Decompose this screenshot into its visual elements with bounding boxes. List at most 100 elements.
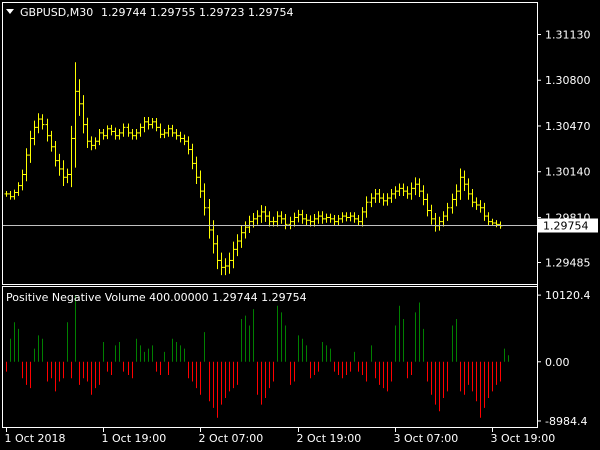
ohlc-close: 1.29754 <box>248 6 294 19</box>
price-bar <box>445 202 450 221</box>
price-bar <box>405 186 410 199</box>
price-bar <box>393 186 398 199</box>
price-bar <box>117 129 122 140</box>
collapse-triangle-icon[interactable] <box>6 9 14 14</box>
price-bar <box>397 183 402 196</box>
price-bar <box>49 130 54 152</box>
price-bar <box>417 178 422 197</box>
price-bar <box>486 212 491 226</box>
price-bar <box>223 258 228 276</box>
price-bar <box>101 129 106 140</box>
price-bar <box>304 214 309 226</box>
price-bar <box>275 211 280 227</box>
price-bar <box>437 216 442 231</box>
price-bar <box>494 220 499 228</box>
price-bar <box>316 211 321 224</box>
price-bar <box>279 211 284 224</box>
volume-tick-label: 10120.4 <box>545 289 591 302</box>
price-bar <box>413 177 418 196</box>
chart-window[interactable]: 1.311301.308001.304701.301401.298101.294… <box>0 0 600 450</box>
price-bar <box>466 178 471 200</box>
price-bar <box>121 123 126 137</box>
price-bar <box>53 140 58 167</box>
price-bar <box>146 116 151 130</box>
volume-axis: 10120.4 0.00 -8984.4 <box>537 289 591 428</box>
time-tick-label: 3 Oct 19:00 <box>491 432 556 445</box>
price-bar <box>40 114 45 130</box>
price-bar <box>81 95 86 134</box>
price-bar <box>369 193 374 208</box>
price-bar <box>61 160 66 186</box>
price-bar <box>348 212 353 222</box>
price-bar <box>73 62 78 168</box>
price-bar <box>215 235 220 270</box>
price-bar <box>154 117 159 132</box>
price-bar <box>16 182 21 196</box>
volume-tick-label: -8984.4 <box>545 415 587 428</box>
symbol-label: GBPUSD,M30 <box>20 6 93 19</box>
price-bar <box>97 129 102 146</box>
price-bar <box>36 113 41 134</box>
price-bar <box>126 123 131 137</box>
price-bar <box>77 79 82 116</box>
price-tick-label: 1.29485 <box>545 257 591 270</box>
price-bar <box>231 241 236 269</box>
price-bar <box>450 193 455 214</box>
price-bar <box>158 123 163 139</box>
price-tick-label: 1.30470 <box>545 120 591 133</box>
price-bar <box>462 170 467 191</box>
price-bar <box>389 189 394 203</box>
price-bar <box>288 216 293 230</box>
price-bar <box>377 189 382 203</box>
price-bar <box>170 124 175 137</box>
price-bar <box>207 199 212 239</box>
price-bar <box>109 124 114 136</box>
price-bar <box>174 129 179 140</box>
price-bar <box>340 212 345 223</box>
price-bar <box>332 214 337 226</box>
price-bar <box>12 189 17 200</box>
price-bar <box>130 129 135 140</box>
price-bar <box>482 202 487 221</box>
price-bar <box>308 215 313 227</box>
price-bar <box>401 183 406 196</box>
price-bar <box>292 212 297 227</box>
price-bar <box>433 213 438 232</box>
price-bar <box>8 190 13 200</box>
price-bar <box>24 148 29 182</box>
price-bar <box>328 213 333 223</box>
price-bar <box>227 252 232 274</box>
price-bar <box>105 125 110 140</box>
price-bar <box>20 169 25 191</box>
price-bar <box>425 193 430 217</box>
price-bar <box>85 117 90 149</box>
time-tick-label: 3 Oct 07:00 <box>394 432 459 445</box>
price-bar <box>454 184 459 207</box>
price-bar <box>134 129 139 140</box>
price-bar <box>320 211 325 224</box>
price-tick-label: 1.30140 <box>545 166 591 179</box>
price-bar <box>356 214 361 226</box>
price-bar <box>441 211 446 227</box>
time-tick-label: 1 Oct 2018 <box>5 432 66 445</box>
price-bar <box>296 209 301 223</box>
ohlc-open: 1.29744 <box>101 6 147 19</box>
price-bar <box>373 189 378 203</box>
price-bar <box>150 117 155 129</box>
price-bar <box>89 136 94 151</box>
price-bar <box>255 210 260 225</box>
price-bar <box>166 124 171 137</box>
price-bar <box>28 130 33 163</box>
time-tick-label: 2 Oct 19:00 <box>297 432 362 445</box>
price-bar <box>344 212 349 222</box>
price-bar <box>57 153 62 176</box>
price-bar <box>352 212 357 223</box>
price-tick-label: 1.31130 <box>545 28 591 41</box>
price-bar <box>490 218 495 226</box>
price-bar <box>142 116 147 133</box>
price-bar <box>65 168 70 184</box>
price-axis: 1.311301.308001.304701.301401.298101.294… <box>537 28 591 270</box>
price-bar <box>4 190 9 197</box>
price-panel-frame <box>2 2 538 285</box>
price-bar <box>458 168 463 200</box>
